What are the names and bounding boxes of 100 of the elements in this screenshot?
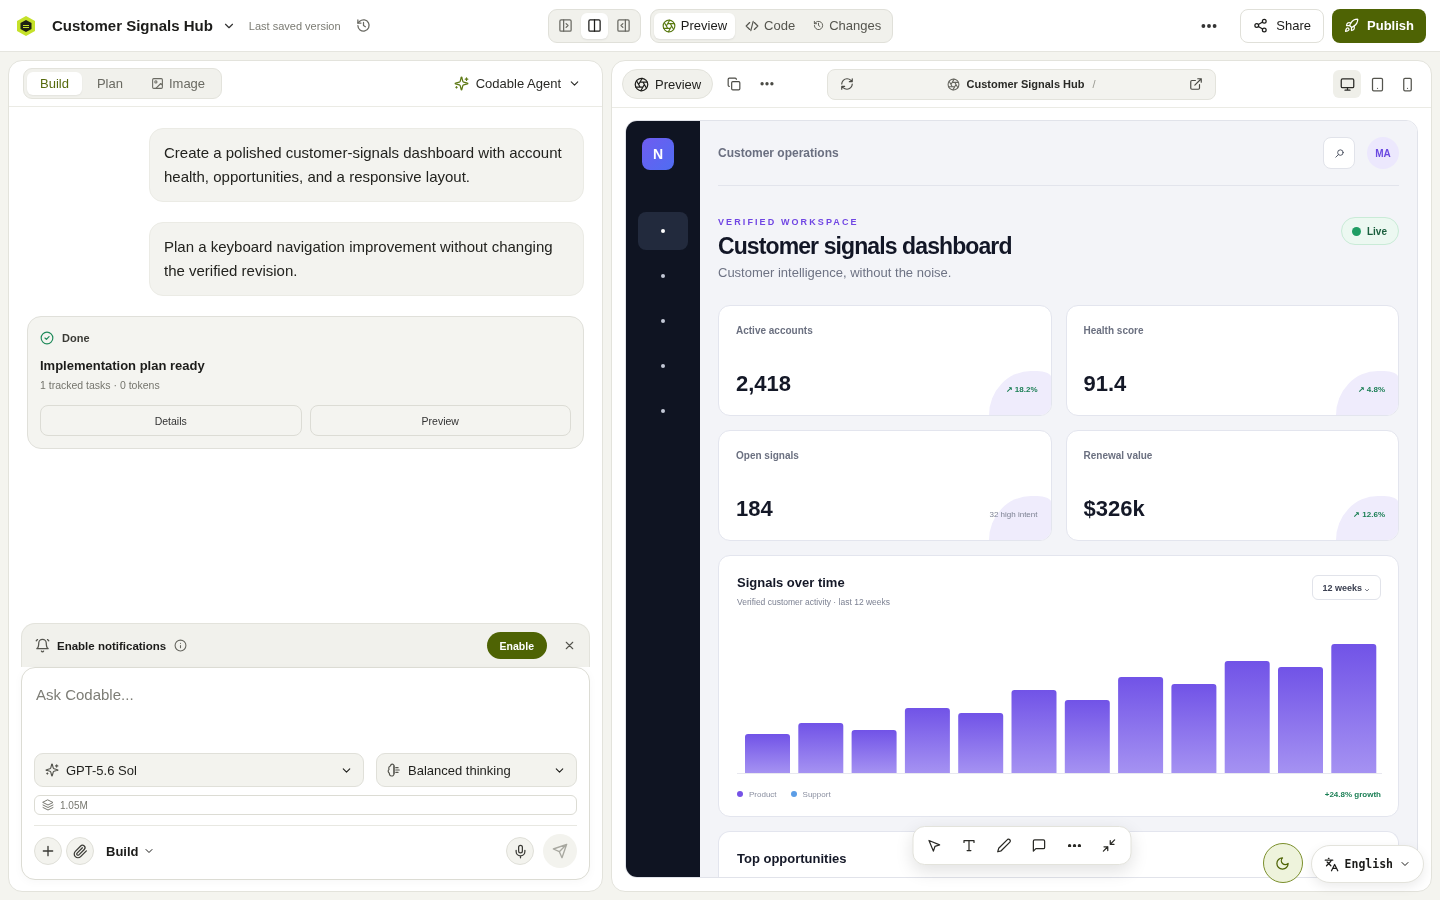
- dot-icon: [661, 274, 665, 278]
- mode-tab[interactable]: Build: [27, 72, 82, 95]
- moon-icon: [1275, 855, 1291, 871]
- status-label: Live: [1367, 225, 1387, 237]
- trend-label: ↗ 4.8%: [1357, 385, 1385, 395]
- microphone-icon: [512, 843, 528, 859]
- view-tab[interactable]: Code: [737, 12, 804, 39]
- open-external-button[interactable]: [1189, 77, 1203, 91]
- reload-button[interactable]: [840, 77, 854, 91]
- plus-icon: [40, 843, 56, 859]
- stat-label: Active accounts: [736, 324, 813, 338]
- breadcrumb: Customer operations: [718, 146, 839, 160]
- layers-icon: [42, 799, 54, 811]
- notification-label: Enable notifications: [57, 639, 167, 652]
- dot-icon: [661, 319, 665, 323]
- chart-subtitle: Verified customer activity · last 12 weeks: [737, 596, 891, 608]
- add-button[interactable]: [34, 837, 62, 865]
- corner-shape: [988, 371, 1051, 415]
- publish-button[interactable]: Publish: [1332, 8, 1426, 43]
- chart-bar: [904, 708, 950, 773]
- context-field[interactable]: 1.05M: [34, 795, 577, 815]
- pencil-icon: [996, 838, 1012, 853]
- mode-selector[interactable]: Build: [106, 843, 155, 859]
- attach-button[interactable]: [66, 837, 94, 865]
- view-tab[interactable]: Preview: [653, 12, 736, 39]
- result-meta: 1 tracked tasks · 0 tokens: [40, 378, 161, 392]
- reload-icon: [840, 77, 854, 91]
- chart-bar: [851, 730, 897, 773]
- history-icon: [813, 20, 825, 31]
- paperclip-icon: [72, 843, 88, 859]
- microphone-button[interactable]: [506, 837, 534, 865]
- agent-selector[interactable]: Codable Agent: [453, 76, 581, 91]
- mode-tab[interactable]: Image: [137, 72, 219, 95]
- sparkles-icon: [453, 76, 469, 91]
- stat-value: 91.4: [1083, 371, 1127, 397]
- mode-tab[interactable]: Plan: [83, 72, 136, 95]
- speech-bubble-icon: [1031, 838, 1047, 853]
- app-logo: N: [642, 138, 674, 170]
- image-icon: [150, 77, 164, 90]
- version-history-button[interactable]: [355, 18, 371, 33]
- search-icon: [1333, 147, 1345, 159]
- desktop-view-button[interactable]: [1333, 70, 1361, 98]
- range-selector[interactable]: 12 weeks: [1312, 575, 1381, 600]
- result-action-button[interactable]: Preview: [309, 405, 571, 436]
- translate-icon: [1323, 856, 1339, 872]
- stat-label: Renewal value: [1083, 449, 1153, 463]
- aperture-icon: [634, 76, 649, 92]
- dashboard-title: Customer signals dashboard: [718, 232, 1012, 261]
- trend-label: ↗ 12.6%: [1353, 510, 1385, 520]
- result-action-button[interactable]: Details: [40, 405, 302, 436]
- corner-shape: [988, 496, 1051, 540]
- trend-label: ↗ 18.2%: [1005, 385, 1038, 395]
- address-text: Customer Signals Hub: [966, 78, 1085, 90]
- context-size: 1.05M: [60, 799, 88, 811]
- stat-value: $326k: [1083, 496, 1145, 522]
- dot-icon: [661, 409, 665, 413]
- info-button[interactable]: [174, 639, 188, 652]
- legend-label: Support: [802, 789, 831, 799]
- collapse-icon: [1101, 838, 1117, 853]
- share-button[interactable]: Share: [1240, 8, 1325, 43]
- left-panel-icon: [557, 18, 573, 33]
- tablet-icon: [1369, 76, 1385, 92]
- growth-label: +24.8% growth: [1324, 789, 1381, 799]
- view-tab[interactable]: Changes: [805, 12, 890, 39]
- model-selector[interactable]: GPT-5.6 Sol: [34, 753, 364, 787]
- aperture-icon: [947, 77, 961, 91]
- reasoning-selector[interactable]: Balanced thinking: [376, 753, 577, 787]
- external-link-icon: [1189, 77, 1203, 91]
- stat-label: Health score: [1083, 324, 1144, 338]
- cursor-icon: [926, 838, 942, 853]
- prompt-field[interactable]: Ask Codable...: [34, 681, 577, 753]
- prompt-box[interactable]: Ask Codable... GPT-5.6 Sol Balanced thinking 1.05M Build: [21, 667, 590, 880]
- text-tool-icon: [961, 838, 977, 853]
- chart-title: Signals over time: [737, 574, 845, 592]
- chart-bar: [745, 734, 790, 773]
- more-button[interactable]: [1201, 23, 1218, 28]
- right-panel-icon: [615, 18, 631, 33]
- rocket-icon: [1344, 18, 1360, 33]
- code-icon: [745, 18, 760, 33]
- logo-icon: [15, 14, 37, 37]
- enable-button[interactable]: Enable: [486, 632, 547, 659]
- eyebrow-label: VERIFIED WORKSPACE: [718, 216, 859, 228]
- brain-icon: [387, 763, 401, 777]
- address-bar[interactable]: Customer Signals Hub /: [827, 68, 1216, 100]
- split-view-button[interactable]: [580, 12, 608, 39]
- status-label: Done: [62, 332, 90, 344]
- language-selector[interactable]: English: [1310, 845, 1424, 883]
- corner-shape: [1336, 496, 1398, 540]
- preview-button[interactable]: Preview: [622, 69, 714, 99]
- caret-icon: [1363, 586, 1371, 594]
- result-title: Implementation plan ready: [40, 357, 206, 375]
- save-status: Last saved version: [248, 19, 341, 32]
- stat-value: 2,418: [736, 371, 792, 397]
- send-icon: [552, 843, 568, 859]
- dot-icon: [661, 229, 665, 233]
- bell-icon: [35, 638, 50, 653]
- dot-icon: [661, 364, 665, 368]
- status-dot-icon: [1352, 226, 1361, 236]
- user-message: Create a polished customer-signals dashboard with account health, opportunities, and a responsive layout.: [149, 128, 584, 202]
- monitor-icon: [1339, 76, 1355, 92]
